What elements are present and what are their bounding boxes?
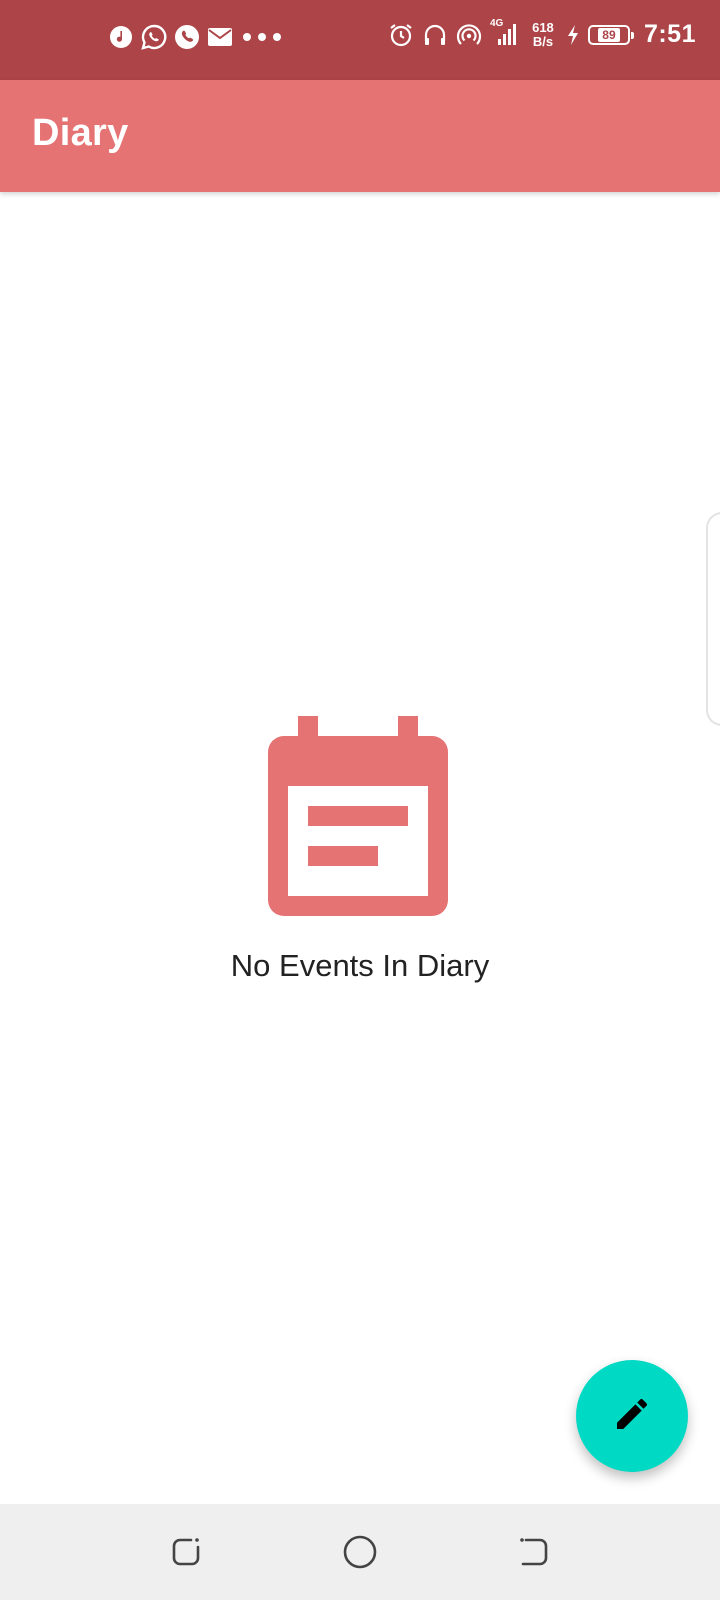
calendar-event-icon	[268, 716, 452, 918]
mail-icon	[207, 24, 233, 50]
charging-icon	[566, 22, 580, 48]
home-button[interactable]	[340, 1532, 380, 1572]
system-indicators: 4G 618 B/s 89 7:51	[388, 18, 696, 49]
battery-icon: 89	[587, 24, 634, 45]
clock: 7:51	[643, 20, 696, 48]
status-bar: 4G 618 B/s 89 7:51	[0, 0, 720, 80]
battery-level: 89	[598, 27, 620, 42]
hotspot-icon	[456, 22, 482, 48]
edge-panel-handle[interactable]	[706, 512, 720, 726]
more-dots-icon	[240, 24, 284, 50]
recents-button[interactable]	[166, 1532, 206, 1572]
add-entry-button[interactable]	[576, 1360, 688, 1472]
net-speed-value: 618	[532, 19, 554, 35]
headset-icon	[422, 22, 448, 48]
phone-icon	[174, 24, 200, 50]
empty-state-message: No Events In Diary	[230, 948, 490, 983]
navigation-bar	[0, 1504, 720, 1600]
network-speed: 618 B/s	[528, 19, 558, 49]
alarm-icon	[388, 22, 414, 48]
whatsapp-icon	[141, 24, 167, 50]
network-type: 4G	[489, 17, 504, 29]
notification-icons	[108, 24, 284, 50]
app-bar: Diary	[0, 80, 720, 192]
music-note-icon	[108, 24, 134, 50]
back-button[interactable]	[514, 1532, 554, 1572]
net-speed-unit: B/s	[532, 33, 554, 49]
signal-icon: 4G	[490, 18, 520, 48]
pencil-icon	[612, 1394, 652, 1439]
app-title: Diary	[32, 112, 129, 154]
